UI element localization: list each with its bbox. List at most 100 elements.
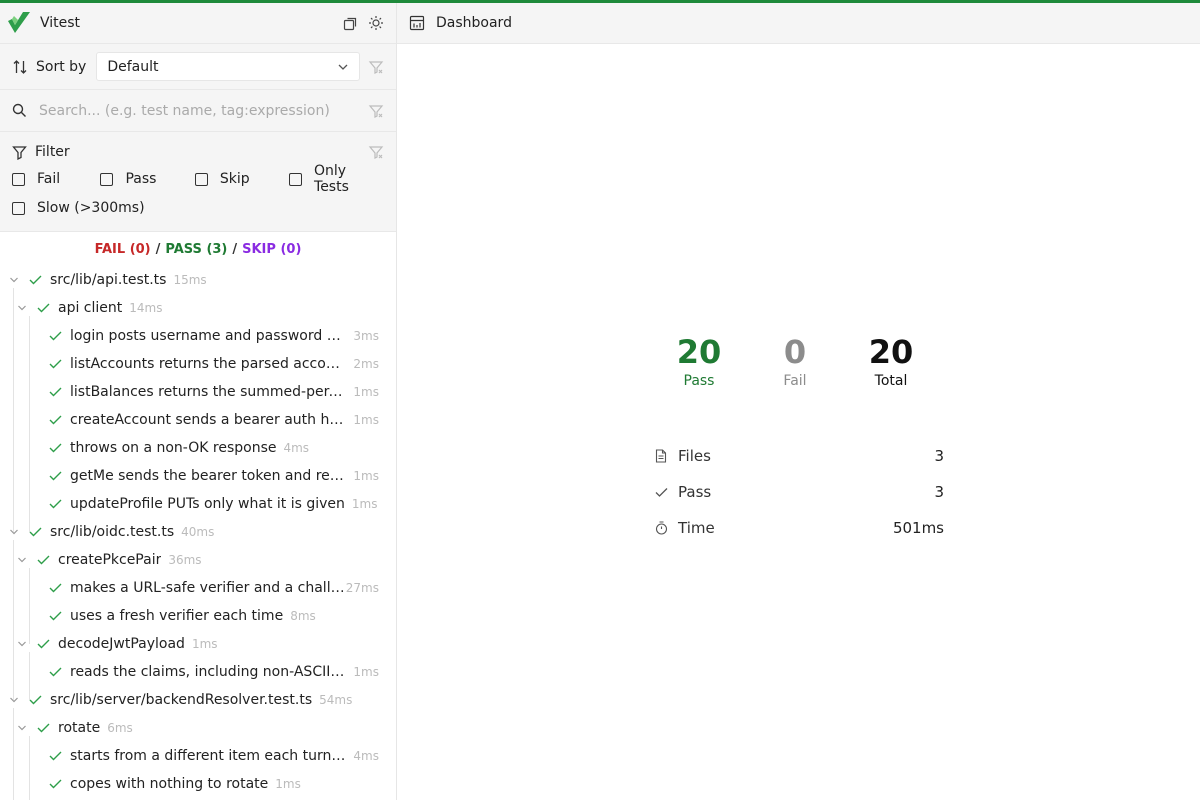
test-case-row[interactable]: getMe sends the bearer token and retur..… xyxy=(0,462,396,490)
pass-check-icon xyxy=(36,555,50,565)
test-suite-row[interactable]: decodeJwtPayload 1ms xyxy=(0,630,396,658)
clear-sort-icon[interactable] xyxy=(368,59,384,75)
theme-toggle-sun-icon[interactable] xyxy=(366,13,386,33)
detail-files: Files 3 xyxy=(654,438,944,474)
test-case-row[interactable]: throws on a non-OK response 4ms xyxy=(0,434,396,462)
stat-fail-value: 0 xyxy=(783,333,807,371)
test-case-row[interactable]: uses a fresh verifier each time 8ms xyxy=(0,602,396,630)
test-duration: 40ms xyxy=(181,525,215,539)
checkbox-box[interactable] xyxy=(194,172,208,186)
check-icon xyxy=(654,487,668,498)
dashboard-icon[interactable] xyxy=(409,15,425,31)
filter-funnel-icon xyxy=(12,145,27,160)
detail-files-value: 3 xyxy=(934,447,944,465)
dashboard-title: Dashboard xyxy=(436,15,512,31)
filter-only-tests-checkbox[interactable]: Only Tests xyxy=(289,163,384,195)
test-case-row[interactable]: reads the claims, including non-ASCII on… xyxy=(0,658,396,686)
filter-pass-checkbox[interactable]: Pass xyxy=(100,171,194,187)
tree-guide-line xyxy=(13,288,14,532)
chevron-down-icon[interactable] xyxy=(16,303,28,313)
test-duration: 15ms xyxy=(173,273,207,287)
test-case-row[interactable]: listAccounts returns the parsed account … xyxy=(0,350,396,378)
test-suite-row[interactable]: rotate 6ms xyxy=(0,714,396,742)
checkbox-box[interactable] xyxy=(12,172,25,186)
test-case-row[interactable]: listBalances returns the summed-per-na..… xyxy=(0,378,396,406)
filter-fail-checkbox[interactable]: Fail xyxy=(12,171,100,187)
test-duration: 2ms xyxy=(353,357,379,371)
test-file-row[interactable]: src/lib/api.test.ts 15ms xyxy=(0,266,396,294)
test-case-row[interactable]: updateProfile PUTs only what it is given… xyxy=(0,490,396,518)
checkbox-box[interactable] xyxy=(289,172,303,186)
test-suite-row[interactable]: api client 14ms xyxy=(0,294,396,322)
summary-separator: / xyxy=(232,241,238,257)
test-duration: 1ms xyxy=(191,637,218,651)
checkbox-box[interactable] xyxy=(100,172,114,186)
test-name: login posts username and password and ..… xyxy=(70,328,346,344)
clear-search-icon[interactable] xyxy=(368,103,384,119)
tree-guide-line xyxy=(29,568,30,644)
pass-check-icon xyxy=(28,275,42,285)
test-name: reads the claims, including non-ASCII on… xyxy=(70,664,346,680)
chevron-down-icon[interactable] xyxy=(16,723,28,733)
stat-fail-label: Fail xyxy=(783,373,807,389)
chevron-down-icon[interactable] xyxy=(8,527,20,537)
test-name: createPkcePair xyxy=(58,552,162,568)
app-title: Vitest xyxy=(40,15,81,31)
test-duration: 3ms xyxy=(353,329,379,343)
clear-filter-icon[interactable] xyxy=(368,144,384,160)
summary-separator: / xyxy=(155,241,161,257)
search-row xyxy=(0,90,396,132)
pass-check-icon xyxy=(48,499,62,509)
test-name: throws on a non-OK response xyxy=(70,440,277,456)
detail-time: Time 501ms xyxy=(654,510,944,546)
summary-pass: PASS (3) xyxy=(165,241,228,257)
filter-skip-checkbox[interactable]: Skip xyxy=(194,171,289,187)
search-input[interactable] xyxy=(39,102,339,119)
tree-guide-line xyxy=(29,316,30,532)
test-duration: 1ms xyxy=(275,777,301,791)
detail-pass: Pass 3 xyxy=(654,474,944,510)
tree-guide-line xyxy=(29,736,30,800)
test-case-row[interactable]: login posts username and password and ..… xyxy=(0,322,396,350)
sort-select[interactable]: Default xyxy=(96,52,361,81)
test-name: listBalances returns the summed-per-na..… xyxy=(70,384,346,400)
pass-check-icon xyxy=(28,527,42,537)
stat-pass-label: Pass xyxy=(683,373,715,389)
test-case-row[interactable]: copes with nothing to rotate 1ms xyxy=(0,770,396,798)
test-duration: 6ms xyxy=(107,721,133,735)
stat-total-value: 20 xyxy=(868,333,914,371)
filter-fail-label: Fail xyxy=(37,171,61,187)
stat-pass: 20 Pass xyxy=(651,333,747,389)
test-case-row[interactable]: starts from a different item each turn a… xyxy=(0,742,396,770)
sort-selected-value: Default xyxy=(107,58,159,75)
filter-pass-label: Pass xyxy=(125,171,157,187)
test-duration: 36ms xyxy=(168,553,202,567)
sort-label: Sort by xyxy=(36,58,87,75)
detail-pass-value: 3 xyxy=(934,483,944,501)
pass-check-icon xyxy=(48,583,62,593)
detail-time-value: 501ms xyxy=(892,519,944,537)
test-name: src/lib/server/backendResolver.test.ts xyxy=(50,692,313,708)
test-file-row[interactable]: src/lib/oidc.test.ts 40ms xyxy=(0,518,396,546)
test-suite-row[interactable]: createPkcePair 36ms xyxy=(0,546,396,574)
test-name: getMe sends the bearer token and retur..… xyxy=(70,468,346,484)
search-icon xyxy=(12,103,26,117)
test-case-row[interactable]: createAccount sends a bearer auth head..… xyxy=(0,406,396,434)
collapse-all-icon[interactable] xyxy=(340,13,360,33)
file-icon xyxy=(654,449,668,463)
chevron-down-icon[interactable] xyxy=(16,555,28,565)
chevron-down-icon[interactable] xyxy=(8,275,20,285)
pass-check-icon xyxy=(48,611,62,621)
sort-arrows-icon xyxy=(13,59,27,74)
test-name: listAccounts returns the parsed account … xyxy=(70,356,346,372)
checkbox-box[interactable] xyxy=(12,201,25,215)
vitest-logo-icon xyxy=(8,12,30,33)
test-case-row[interactable]: makes a URL-safe verifier and a challen.… xyxy=(0,574,396,602)
test-name: src/lib/oidc.test.ts xyxy=(50,524,175,540)
filter-slow-checkbox[interactable]: Slow (>300ms) xyxy=(12,200,145,216)
results-summary: FAIL (0) / PASS (3) / SKIP (0) xyxy=(0,232,396,266)
test-file-row[interactable]: src/lib/server/backendResolver.test.ts 54… xyxy=(0,686,396,714)
chevron-down-icon[interactable] xyxy=(16,639,28,649)
test-name: rotate xyxy=(58,720,101,736)
chevron-down-icon[interactable] xyxy=(8,695,20,705)
